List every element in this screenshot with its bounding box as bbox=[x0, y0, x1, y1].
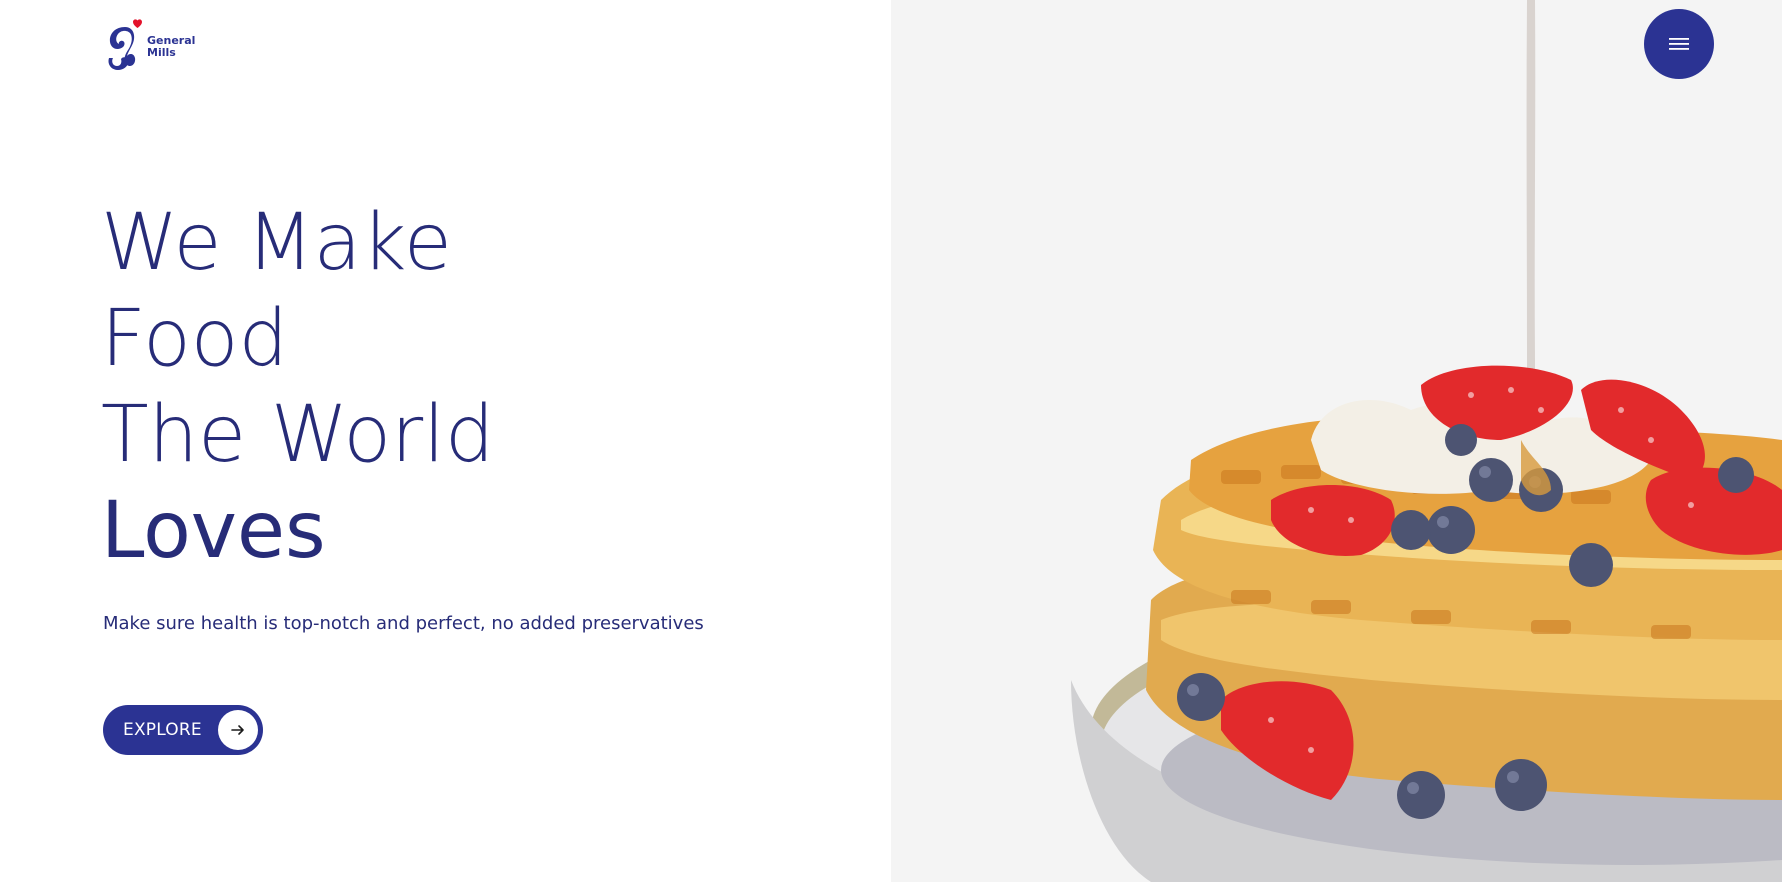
hero-subtitle: Make sure health is top-notch and perfec… bbox=[103, 613, 704, 634]
brand-line-2: Mills bbox=[147, 46, 176, 59]
headline-line-3: The World bbox=[101, 390, 495, 480]
headline-line-2: Food bbox=[101, 294, 289, 384]
brand-logo[interactable]: General Mills bbox=[103, 18, 195, 72]
hero-headline: We Make Food The World Loves bbox=[101, 195, 494, 579]
general-mills-g-logo-icon bbox=[108, 19, 142, 70]
arrow-right-icon bbox=[218, 710, 258, 750]
explore-button-label: EXPLORE bbox=[123, 720, 202, 740]
waffle-illustration bbox=[1071, 0, 1782, 882]
explore-button[interactable]: EXPLORE bbox=[103, 705, 263, 755]
page: General Mills We Make Food The World Lov… bbox=[0, 0, 1782, 882]
headline-line-1: We Make bbox=[101, 198, 452, 288]
brand-wordmark: General Mills bbox=[147, 35, 195, 59]
hamburger-menu-icon bbox=[1669, 38, 1689, 50]
hero-text-panel: General Mills We Make Food The World Lov… bbox=[0, 0, 891, 882]
hero-image-panel bbox=[891, 0, 1782, 882]
headline-line-4: Loves bbox=[101, 486, 326, 576]
menu-button[interactable] bbox=[1644, 9, 1714, 79]
